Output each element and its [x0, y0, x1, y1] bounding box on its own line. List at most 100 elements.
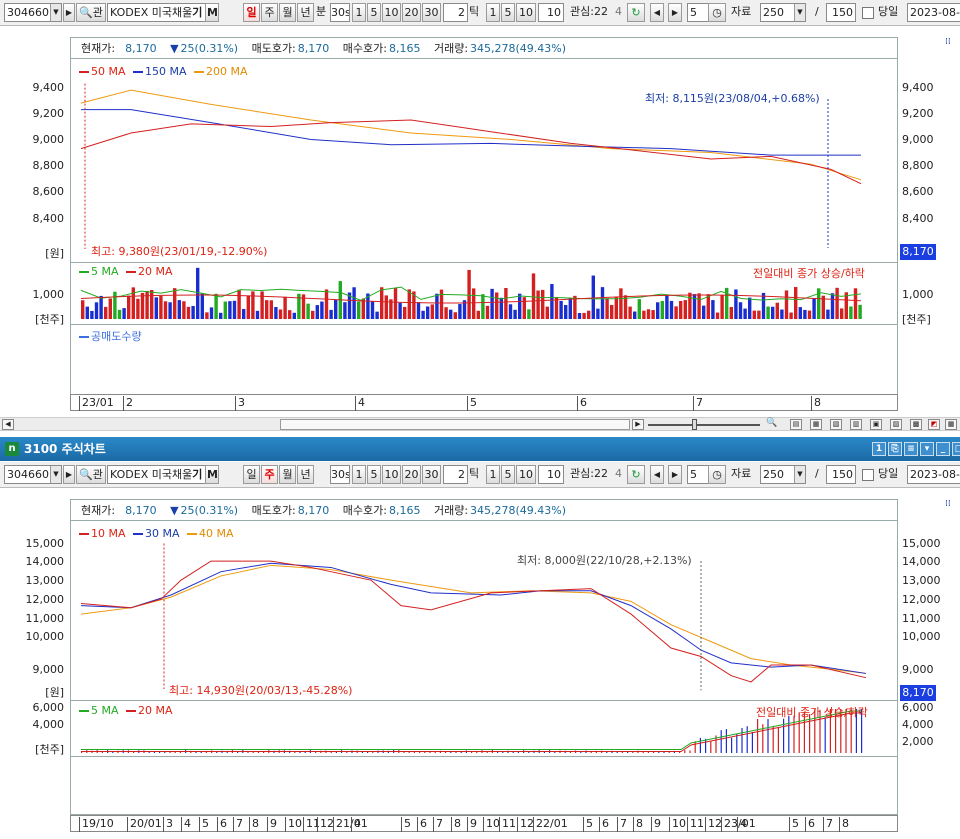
volume-bar [569, 751, 571, 753]
tick-5-button[interactable]: 5 [501, 3, 515, 22]
prev-icon[interactable]: ◀ [650, 3, 664, 22]
scroll-left-icon[interactable]: ◀ [2, 419, 14, 430]
top-price-plot[interactable]: 50 MA 150 MA 200 MA 최저: 8,115원(23/08/04,… [70, 59, 898, 263]
chevron-down-icon[interactable]: ▼ [794, 4, 805, 21]
next-icon[interactable]: ▶ [668, 3, 682, 22]
tool-icon[interactable]: ▨ [890, 419, 902, 430]
window-pin-icon[interactable]: ▾ [920, 442, 934, 456]
min-5-button[interactable]: 5 [367, 465, 381, 484]
ask-price: 8,170 [297, 42, 330, 55]
chevron-down-icon[interactable]: ▼ [50, 4, 61, 21]
tick-value-input[interactable]: 10 [538, 465, 564, 484]
bottom-empty-plot[interactable] [70, 757, 898, 815]
maximize-icon[interactable]: □ [952, 442, 960, 456]
tick-input[interactable]: 2 [443, 465, 468, 484]
tool-icon[interactable]: ▣ [870, 419, 882, 430]
tick-5-button[interactable]: 5 [501, 465, 515, 484]
min-1-button[interactable]: 1 [352, 3, 366, 22]
zoom-slider[interactable] [648, 424, 760, 426]
volume-bar [481, 294, 485, 319]
minute-value[interactable]: 30s [330, 3, 350, 22]
tool-icon[interactable]: ▤ [790, 419, 802, 430]
period-year-button[interactable]: 년 [297, 3, 314, 22]
clock-icon[interactable]: ◷ [708, 465, 726, 484]
volume-bar [343, 302, 347, 319]
period-month-button[interactable]: 월 [279, 3, 296, 22]
bottom-price-plot[interactable]: 10 MA 30 MA 40 MA 최저: 8,000원(22/10/28,+2… [70, 521, 898, 701]
period-week-button[interactable]: 주 [261, 3, 278, 22]
total-input[interactable]: 150 [826, 3, 856, 22]
play-icon[interactable]: ▶ [63, 3, 75, 22]
min-10-button[interactable]: 10 [382, 465, 401, 484]
today-checkbox[interactable] [862, 469, 874, 481]
tick-10-button[interactable]: 10 [516, 465, 536, 484]
clock-icon[interactable]: ◷ [708, 3, 726, 22]
window-copy-icon[interactable]: ⎘ [888, 442, 902, 456]
stock-code-input[interactable]: 304660 ▼ [4, 465, 62, 484]
period-day-button[interactable]: 일 [243, 3, 260, 22]
min-5-button[interactable]: 5 [367, 3, 381, 22]
play-icon[interactable]: ▶ [63, 465, 75, 484]
chevron-down-icon[interactable]: ▼ [50, 466, 61, 483]
scroll-right-icon[interactable]: ▶ [632, 419, 644, 430]
chevron-down-icon[interactable]: ▼ [794, 466, 805, 483]
search-button[interactable]: 🔍관 [76, 3, 106, 22]
m-button[interactable]: M [205, 465, 219, 484]
tool-icon[interactable]: ▩ [910, 419, 922, 430]
top-chart-pane: ⁞⁞ 현재가: 8,170 ▼ 25(0.31%) 매도호가: 8,170 매수호가:… [0, 27, 960, 417]
short-sell-plot[interactable]: 공매도수량 [70, 325, 898, 395]
tick-1-button[interactable]: 1 [486, 465, 500, 484]
chart-scrollbar[interactable]: ◀ ▶ 🔍 ▤ ▦ ▧ ▥ ▣ ▨ ▩ ◩ ▦ [0, 417, 960, 431]
period-month-button[interactable]: 월 [279, 465, 296, 484]
zoom-icon[interactable]: 🔍 [766, 419, 778, 430]
stock-code-input[interactable]: 304660 ▼ [4, 3, 62, 22]
tick-value-input[interactable]: 10 [538, 3, 564, 22]
min-30-button[interactable]: 30 [422, 465, 441, 484]
top-volume-plot[interactable]: 5 MA 20 MA 전일대비 종가 상승/하락 [70, 263, 898, 325]
window-number-button[interactable]: 1 [872, 442, 886, 456]
y-tick: 12,000 [25, 593, 65, 606]
volume-bar [265, 300, 269, 319]
minute-value[interactable]: 30s [330, 465, 350, 484]
bottom-high-annotation: 최고: 14,930원(20/03/13,-45.28%) [169, 684, 353, 697]
tick-10-button[interactable]: 10 [516, 3, 536, 22]
tool-icon[interactable]: ▦ [810, 419, 822, 430]
m-button[interactable]: M [205, 3, 219, 22]
scroll-thumb[interactable] [280, 419, 630, 430]
zoom-handle[interactable] [692, 419, 697, 430]
minimize-icon[interactable]: _ [936, 442, 950, 456]
volume-bar [803, 309, 807, 319]
min-20-button[interactable]: 20 [402, 3, 421, 22]
tool-icon[interactable]: ▦ [945, 419, 957, 430]
period-day-button[interactable]: 일 [243, 465, 260, 484]
data-count-select[interactable]: 250 ▼ [760, 465, 806, 484]
next-icon[interactable]: ▶ [668, 465, 682, 484]
grip-icon[interactable]: ⁞⁞ [945, 499, 957, 511]
prev-icon[interactable]: ◀ [650, 465, 664, 484]
min-30-button[interactable]: 30 [422, 3, 441, 22]
window-titlebar[interactable]: n 3100 주식차트 1 ⎘ ≡ ▾ _ □ [0, 437, 960, 461]
period-year-button[interactable]: 년 [297, 465, 314, 484]
bottom-volume-plot[interactable]: 5 MA 20 MA 전일대비 종가 상승/하락 [70, 701, 898, 757]
period-week-button[interactable]: 주 [261, 465, 278, 484]
date-input[interactable]: 2023-08- [907, 3, 960, 22]
window-menu-icon[interactable]: ≡ [904, 442, 918, 456]
tick-input[interactable]: 2 [443, 3, 468, 22]
volume-bar [131, 287, 135, 319]
grip-icon[interactable]: ⁞⁞ [945, 37, 957, 49]
min-1-button[interactable]: 1 [352, 465, 366, 484]
refresh-icon[interactable]: ↻ [627, 465, 645, 484]
tool-icon[interactable]: ◩ [928, 419, 940, 430]
tool-icon[interactable]: ▧ [830, 419, 842, 430]
refresh-icon[interactable]: ↻ [627, 3, 645, 22]
min-20-button[interactable]: 20 [402, 465, 421, 484]
date-input[interactable]: 2023-08- [907, 465, 960, 484]
tool-icon[interactable]: ▥ [850, 419, 862, 430]
min-10-button[interactable]: 10 [382, 3, 401, 22]
search-button[interactable]: 🔍관 [76, 465, 106, 484]
today-checkbox[interactable] [862, 7, 874, 19]
volume-bar [674, 306, 678, 319]
tick-1-button[interactable]: 1 [486, 3, 500, 22]
data-count-select[interactable]: 250 ▼ [760, 3, 806, 22]
total-input[interactable]: 150 [826, 465, 856, 484]
